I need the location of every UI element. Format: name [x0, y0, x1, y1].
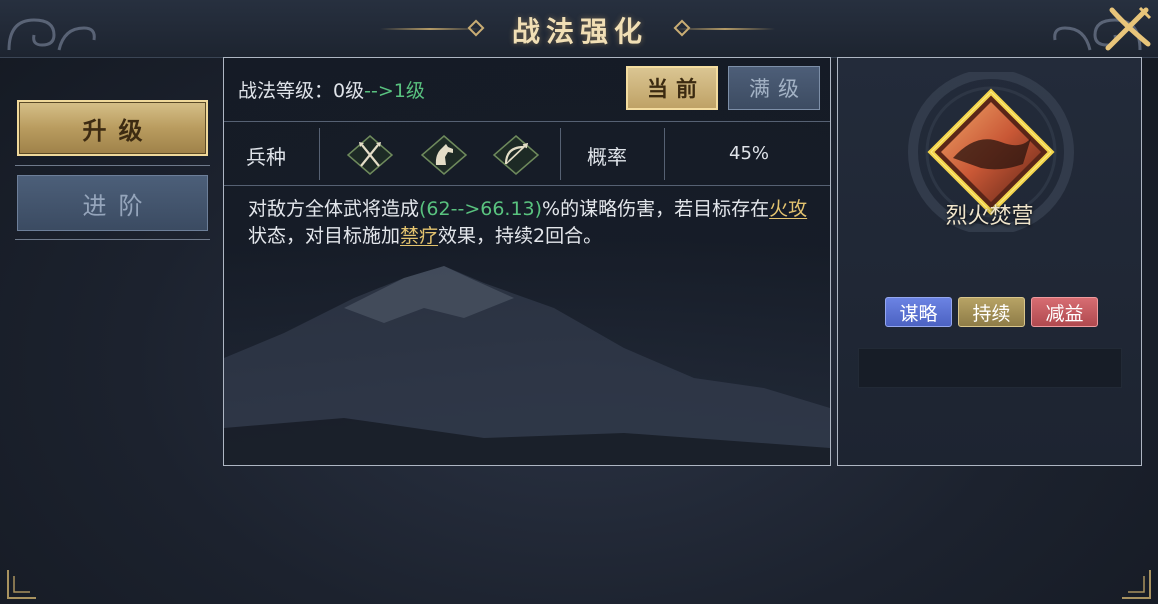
max-level-tab[interactable]: 满级	[728, 66, 820, 110]
cavalry-horse-icon	[420, 135, 468, 175]
title-bar: 战法强化	[0, 0, 1158, 58]
corner-ornament-icon	[7, 570, 36, 599]
cell-divider	[319, 128, 320, 180]
troop-type-row: 兵种 概率 45%	[224, 122, 830, 186]
corner-ornament-icon	[1122, 570, 1151, 599]
page-title: 战法强化	[511, 15, 648, 48]
level-next: -->1级	[364, 80, 425, 102]
desc-text: %的谋略伤害，若目标存在	[542, 198, 770, 220]
keyword-fire-attack[interactable]: 火攻	[769, 198, 807, 220]
advance-tab-button[interactable]: 进阶	[17, 175, 208, 231]
probability-value: 45%	[729, 143, 770, 164]
tag-strategy: 谋略	[885, 297, 952, 327]
current-tab[interactable]: 当前	[626, 66, 718, 110]
close-icon[interactable]	[1102, 4, 1154, 52]
level-label: 战法等级：	[238, 80, 334, 102]
skill-level-text: 战法等级：0级-->1级	[238, 76, 425, 103]
tag-duration: 持续	[958, 297, 1025, 327]
troop-type-label: 兵种	[246, 145, 286, 169]
empty-info-box	[858, 348, 1122, 388]
skill-detail-panel: 战法等级：0级-->1级 当前 满级 兵种 概率 45% 对敌方全体武将造成(6…	[223, 57, 831, 466]
tag-debuff: 减益	[1031, 297, 1098, 327]
upgrade-tab-button[interactable]: 升级	[17, 100, 208, 156]
mountain-background	[224, 266, 830, 465]
keyword-heal-ban[interactable]: 禁疗	[400, 225, 438, 247]
probability-label: 概率	[587, 145, 627, 169]
skill-name: 烈火焚营	[945, 204, 1034, 229]
skill-card: 烈火焚营 谋略 持续 减益	[837, 57, 1142, 466]
title-rule-left	[380, 28, 480, 30]
desc-text: 对敌方全体武将造成	[248, 198, 420, 220]
cloud-ornament-icon	[7, 18, 96, 51]
spear-icon	[346, 135, 394, 175]
level-current: 0级	[333, 80, 365, 102]
cell-divider	[560, 128, 561, 180]
title-rule-right	[675, 28, 775, 30]
nav-divider	[15, 165, 210, 166]
skill-description: 对敌方全体武将造成(62-->66.13)%的谋略伤害，若目标存在火攻状态，对目…	[248, 196, 808, 250]
level-row: 战法等级：0级-->1级 当前 满级	[224, 58, 830, 122]
cell-divider	[664, 128, 665, 180]
desc-text: 效果，持续2回合。	[438, 225, 603, 247]
desc-text: 状态，对目标施加	[248, 225, 401, 247]
damage-value: (62-->66.13)	[419, 198, 543, 220]
diamond-ornament-icon	[467, 19, 485, 37]
bow-icon	[492, 135, 540, 175]
nav-divider	[15, 239, 210, 240]
